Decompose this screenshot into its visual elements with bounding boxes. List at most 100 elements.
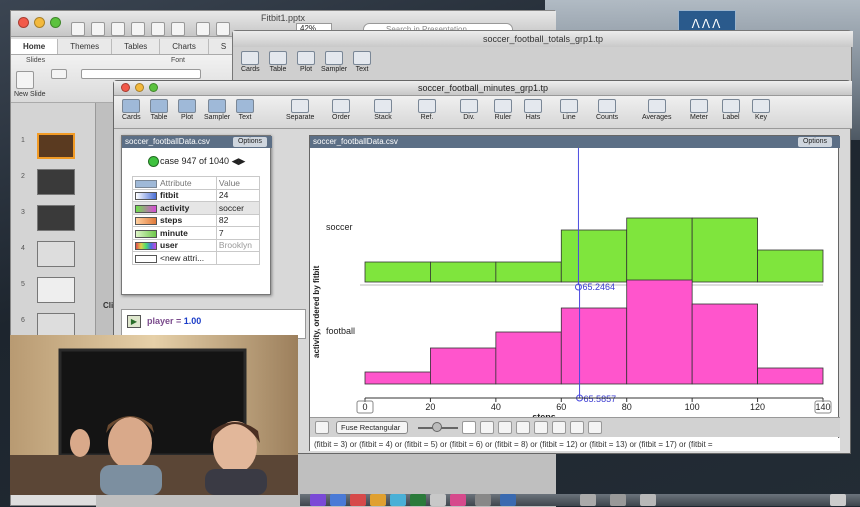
stack-tool[interactable]: Stack [374,99,392,121]
slide-thumb-1[interactable] [37,133,75,159]
play-button[interactable]: ▶ [127,315,141,328]
table-row[interactable]: <new attri... [132,251,261,265]
label-tool[interactable]: Label [722,99,740,121]
totals-plot-tool[interactable]: Plot [297,51,315,73]
paste-icon[interactable] [171,22,185,36]
filter-formula[interactable]: (fitbit = 3) or (fitbit = 4) or (fitbit … [310,438,840,451]
histogram-bar[interactable] [691,303,758,385]
dock-app-icon[interactable] [450,494,466,506]
new-icon[interactable] [71,22,85,36]
trash-icon[interactable] [830,494,846,506]
tab-charts[interactable]: Charts [160,39,209,54]
histogram-bar[interactable] [364,371,431,385]
histogram-bar[interactable] [626,217,693,283]
table-row[interactable]: user Brooklyn [132,238,261,252]
dock-app-icon[interactable] [640,494,656,506]
save-icon[interactable] [111,22,125,36]
div-tool[interactable]: Div. [460,99,478,121]
table-tool[interactable]: Table [150,99,168,121]
scale-icon[interactable] [570,421,584,434]
hand-icon[interactable] [480,421,494,434]
histogram-bar[interactable] [691,217,758,283]
grid-icon[interactable] [588,421,602,434]
order-tool[interactable]: Order [332,99,350,121]
histogram-bar[interactable] [757,367,824,385]
close-button[interactable] [18,17,29,28]
copy-icon[interactable] [151,22,165,36]
minimize-button[interactable] [34,17,45,28]
cut-icon[interactable] [131,22,145,36]
counts-tool[interactable]: Counts [596,99,618,121]
totals-cards-tool[interactable]: Cards [241,51,260,73]
histogram-plot[interactable]: soccer football 65.2464 65.5857 0 20 40 60 80 100… [310,148,840,417]
new-slide-label[interactable]: New Slide [14,91,46,98]
totals-sampler-tool[interactable]: Sampler [321,51,347,73]
slide-thumb-4[interactable] [37,241,75,267]
pointer-icon[interactable] [462,421,476,434]
histogram-bar[interactable] [560,307,628,385]
histogram-bar[interactable] [495,331,562,385]
zoom-button[interactable] [50,17,61,28]
dock-app-icon[interactable] [390,494,406,506]
histogram-bar[interactable] [495,261,562,283]
line-tool[interactable]: Line [560,99,578,121]
dock-app-icon[interactable] [430,494,446,506]
histogram-bar[interactable] [430,261,497,283]
key-tool[interactable]: Key [752,99,770,121]
hats-tool[interactable]: Hats [524,99,542,121]
tab-themes[interactable]: Themes [58,39,113,54]
table-row[interactable]: fitbit 24 [132,188,261,202]
dock-app-icon[interactable] [350,494,366,506]
split-icon[interactable] [516,421,530,434]
dock-app-icon[interactable] [310,494,326,506]
slide-thumb-3[interactable] [37,205,75,231]
graph-window[interactable]: soccer_footballData.csv Options soccer fo… [309,135,840,451]
histogram-bar[interactable] [757,249,824,283]
font-name-select[interactable] [81,69,201,79]
tab-home[interactable]: Home [11,39,59,54]
averages-tool[interactable]: Averages [642,99,671,121]
table-row[interactable]: steps 82 [132,213,261,227]
fuse-select[interactable]: Fuse Rectangular [336,421,408,434]
text-tool[interactable]: Text [236,99,254,121]
sampler-tool[interactable]: Sampler [204,99,230,121]
totals-table-tool[interactable]: Table [269,51,287,73]
new-slide-icon[interactable] [16,71,34,89]
table-row[interactable]: activity soccer [132,201,261,215]
case-nav-arrows[interactable]: ◀▶ [232,156,246,166]
dock-app-icon[interactable] [410,494,426,506]
arrows-icon[interactable] [498,421,512,434]
tab-tables[interactable]: Tables [112,39,161,54]
open-icon[interactable] [91,22,105,36]
ref-tool[interactable]: Ref. [418,99,436,121]
table-row[interactable]: minute 7 [132,226,261,240]
link-icon[interactable] [552,421,566,434]
dock-app-icon[interactable] [330,494,346,506]
histogram-bar[interactable] [560,229,628,283]
dock-app-icon[interactable] [370,494,386,506]
case-inspector[interactable]: soccer_footballData.csv Options case 947… [121,135,272,295]
undo-icon[interactable] [196,22,210,36]
dock-app-icon[interactable] [580,494,596,506]
plot-tool[interactable]: Plot [178,99,196,121]
totals-text-tool[interactable]: Text [353,51,371,73]
slide-thumb-2[interactable] [37,169,75,195]
bin-slider-thumb[interactable] [432,422,442,432]
histogram-bar[interactable] [430,347,497,385]
case-options-button[interactable]: Options [233,137,267,147]
refresh-icon[interactable] [315,421,329,434]
ruler-tool[interactable]: Ruler [494,99,512,121]
dock-app-icon[interactable] [475,494,491,506]
graph-options-button[interactable]: Options [798,137,832,147]
cards-tool[interactable]: Cards [122,99,141,121]
histogram-bar[interactable] [626,279,693,385]
dock-app-icon[interactable] [610,494,626,506]
dock-app-icon[interactable] [500,494,516,506]
redo-icon[interactable] [216,22,230,36]
meter-tool[interactable]: Meter [690,99,708,121]
pencil-icon[interactable] [534,421,548,434]
separate-tool[interactable]: Separate [286,99,314,121]
histogram-bar[interactable] [364,261,431,283]
slide-thumb-5[interactable] [37,277,75,303]
layout-icon[interactable] [51,69,67,79]
